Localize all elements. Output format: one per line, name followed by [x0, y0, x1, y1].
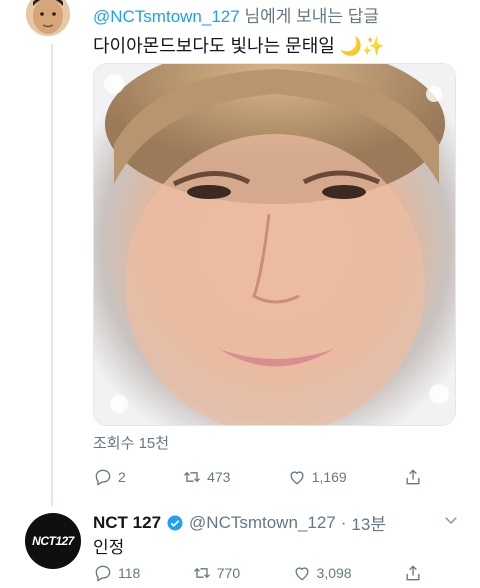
retweet-icon: [193, 567, 210, 579]
share-button[interactable]: [403, 563, 423, 583]
nct-logo: NCT127: [32, 534, 74, 548]
avatar-face-image: [26, 0, 70, 36]
like-icon: [290, 471, 304, 485]
share-icon: [406, 565, 420, 581]
retweet-icon: [184, 471, 201, 483]
like-count: 1,169: [311, 469, 347, 485]
reply-count: 118: [118, 565, 141, 581]
like-button[interactable]: 3,098: [292, 563, 352, 583]
avatar[interactable]: [26, 0, 70, 36]
tweet-text: 인정: [93, 538, 125, 557]
reply-handle-link[interactable]: @NCTsmtown_127: [93, 7, 240, 26]
like-icon: [295, 567, 309, 581]
chevron-down-icon[interactable]: [442, 511, 460, 529]
tweet-actions: 118 770 3,098: [93, 563, 423, 583]
retweet-count: 473: [207, 469, 231, 485]
author-handle[interactable]: @NCTsmtown_127: [189, 513, 336, 533]
reply-to-line: @NCTsmtown_127 님에게 보내는 답글: [93, 2, 379, 27]
reply-button[interactable]: 2: [93, 467, 126, 487]
thread-line: [51, 44, 53, 506]
like-count: 3,098: [316, 565, 352, 581]
share-icon: [406, 469, 420, 485]
tweet-actions: 2 473 1,169: [93, 467, 423, 487]
tweet-time[interactable]: 13분: [351, 510, 386, 535]
retweet-button[interactable]: 473: [182, 467, 230, 487]
verified-icon: [167, 515, 183, 530]
face-photo: [94, 64, 455, 425]
reply-button[interactable]: 118: [93, 563, 140, 583]
reply-count: 2: [118, 469, 126, 485]
reply-suffix: 님에게 보내는 답글: [244, 7, 380, 26]
author-name[interactable]: NCT 127: [93, 513, 161, 533]
tweet-media-image[interactable]: [93, 63, 456, 426]
reply-icon: [95, 469, 111, 486]
view-count: 조회수 15천: [93, 435, 170, 452]
retweet-button[interactable]: 770: [192, 563, 240, 583]
tweet-emoji: 🌙✨: [339, 36, 385, 56]
tweet-text: 다이아몬드보다도 빛나는 문태일 🌙✨: [93, 32, 385, 58]
tweet-text-body: 다이아몬드보다도 빛나는 문태일: [93, 36, 335, 56]
nct-avatar[interactable]: NCT127: [25, 513, 81, 569]
like-button[interactable]: 1,169: [287, 467, 347, 487]
reply-icon: [95, 565, 111, 582]
separator-dot: ·: [340, 512, 347, 532]
retweet-count: 770: [216, 565, 241, 581]
tweet-header: NCT 127 @NCTsmtown_127 · 13분: [93, 510, 386, 535]
share-button[interactable]: [403, 467, 423, 487]
